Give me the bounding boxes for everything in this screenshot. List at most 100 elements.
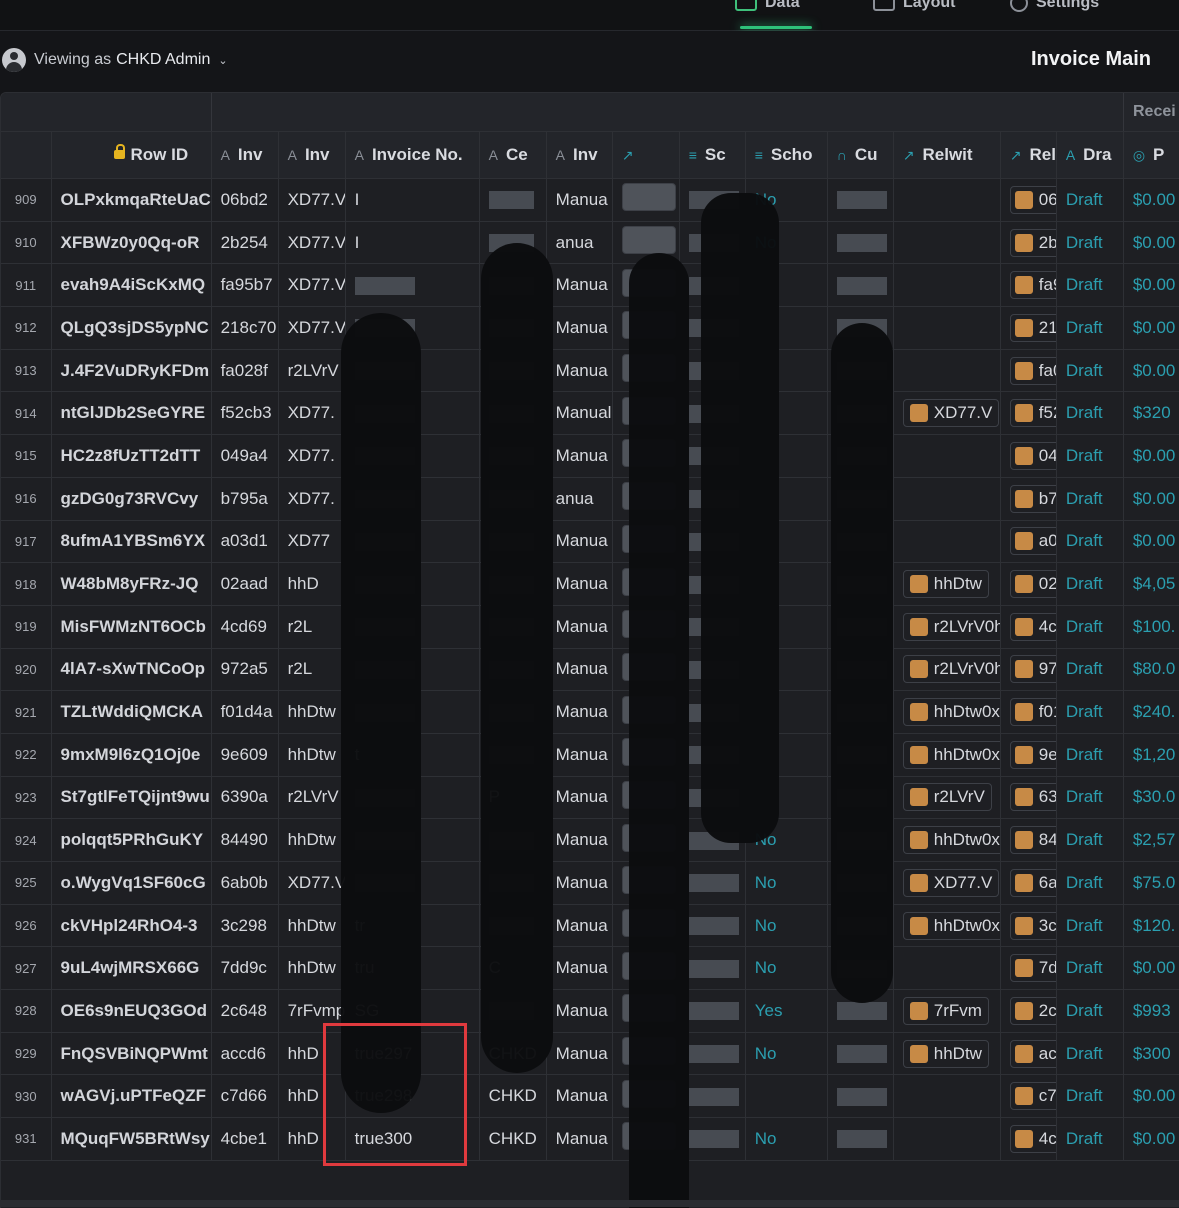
cell-draft-status[interactable]: Draft: [1056, 306, 1124, 350]
related-record-chip[interactable]: 2b: [1009, 228, 1056, 257]
related-record-chip[interactable]: 21: [1009, 313, 1056, 342]
related-record-chip[interactable]: 04: [1009, 441, 1056, 470]
table-row[interactable]: 913 J.4F2VuDRyKFDm fa028f r2LVrV Manua fa0 Dra…: [1, 349, 1179, 393]
cell-lookup[interactable]: [679, 1074, 746, 1119]
cell-row-id[interactable]: wAGVj.uPTFeQZF: [51, 1074, 212, 1119]
cell-relwith[interactable]: [893, 434, 1001, 478]
cell-relwith[interactable]: [893, 477, 1001, 521]
cell-schedule[interactable]: No: [745, 904, 828, 948]
cell-invoice-ref[interactable]: hhDtw: [278, 946, 346, 991]
cell-invoice-ref[interactable]: hhDtw: [278, 690, 346, 734]
cell-schedule[interactable]: No: [745, 1117, 828, 1161]
cell-draft-status[interactable]: Draft: [1056, 434, 1124, 478]
cell-draft-status[interactable]: Draft: [1056, 818, 1124, 862]
cell-draft-status[interactable]: Draft: [1056, 477, 1124, 521]
cell-draft-status[interactable]: Draft: [1056, 1117, 1124, 1161]
cell-draft-status[interactable]: Draft: [1056, 1032, 1124, 1076]
related-record-chip[interactable]: 3c29: [1009, 911, 1056, 940]
cell-relwith[interactable]: [893, 349, 1001, 393]
relation-chip[interactable]: XD77.V: [902, 868, 1000, 897]
col-header[interactable]: ≡ Sc: [679, 132, 746, 179]
related-record-chip[interactable]: a0: [1009, 527, 1056, 556]
related-record-chip[interactable]: 4cd6: [1009, 612, 1056, 641]
col-header[interactable]: ↗ Rel: [1000, 132, 1057, 179]
cell-invoice-type[interactable]: Manua: [546, 520, 613, 564]
row-number[interactable]: 931: [1, 1117, 52, 1161]
relation-chip[interactable]: 7rFvm: [902, 996, 989, 1025]
row-number[interactable]: 928: [1, 989, 52, 1033]
cell-row-id[interactable]: OE6s9nEUQ3GOd: [51, 989, 212, 1033]
cell-row-id[interactable]: MisFWMzNT6OCb: [51, 605, 212, 649]
row-number[interactable]: 919: [1, 605, 52, 649]
cell-payment[interactable]: $0.00: [1123, 1117, 1179, 1161]
cell-relwith[interactable]: XD77.V: [893, 861, 1001, 905]
cell-row-id[interactable]: W48bM8yFRz-JQ: [51, 562, 212, 606]
cell-schedule[interactable]: No: [745, 946, 828, 991]
cell-invoice-id[interactable]: 972a5: [211, 648, 279, 692]
cell-lookup[interactable]: [679, 989, 746, 1033]
viewing-as-selector[interactable]: Viewing as CHKD Admin ⌄: [2, 47, 228, 73]
cell-invoice-type[interactable]: Manua: [546, 349, 613, 393]
cell-payment[interactable]: $2,57: [1123, 818, 1179, 862]
related-record-chip[interactable]: 9e60: [1009, 740, 1056, 769]
cell-invoice-id[interactable]: fa028f: [211, 349, 279, 393]
cell-payment[interactable]: $0.00: [1123, 1074, 1179, 1119]
cell-invoice-id[interactable]: 049a4: [211, 434, 279, 478]
cell-related[interactable]: 3c29: [1000, 904, 1057, 948]
row-number[interactable]: 929: [1, 1032, 52, 1076]
col-header[interactable]: A Inv: [546, 132, 613, 179]
cell-invoice-id[interactable]: 218c70: [211, 306, 279, 350]
cell-lookup[interactable]: [679, 861, 746, 905]
table-row[interactable]: 917 8ufmA1YBSm6YX a03d1 XD77 Manua a0 Draft $0.…: [1, 520, 1179, 564]
related-record-chip[interactable]: fa0: [1009, 356, 1056, 385]
cell-invoice-type[interactable]: Manua: [546, 1074, 613, 1119]
table-row[interactable]: 930wAGVj.uPTFeQZFc7d66hhDtrue298CHKDManu…: [1, 1074, 1179, 1119]
cell-customer[interactable]: [827, 1117, 894, 1161]
table-row[interactable]: 925 o.WygVq1SF60cG 6ab0b XD77.V Manua No XD77.…: [1, 861, 1179, 905]
related-record-chip[interactable]: b7: [1009, 484, 1056, 513]
cell-draft-status[interactable]: Draft: [1056, 904, 1124, 948]
table-row[interactable]: 910XFBWz0y0Qq-oR2b254XD77.VIanuaNo2bDraf…: [1, 221, 1179, 265]
related-record-chip[interactable]: 02: [1009, 570, 1056, 599]
table-row[interactable]: 926ckVHpl24RhO4-33c298hhDtwtrManuaNohhDt…: [1, 904, 1179, 948]
cell-invoice-ref[interactable]: XD77.: [278, 391, 346, 436]
row-number[interactable]: 915: [1, 434, 52, 478]
cell-payment[interactable]: $30.0: [1123, 776, 1179, 820]
row-number[interactable]: 918: [1, 562, 52, 606]
cell-invoice-ref[interactable]: XD77.V: [278, 263, 346, 308]
cell-draft-status[interactable]: Draft: [1056, 349, 1124, 393]
cell-invoice-no[interactable]: I: [345, 178, 480, 222]
cell-invoice-no[interactable]: I: [345, 221, 480, 265]
cell-draft-status[interactable]: Draft: [1056, 648, 1124, 692]
cell-invoice-type[interactable]: Manua: [546, 434, 613, 478]
row-number[interactable]: 920: [1, 648, 52, 692]
cell-draft-status[interactable]: Draft: [1056, 562, 1124, 606]
col-header[interactable]: ◎ P: [1123, 132, 1179, 179]
cell-relwith[interactable]: [893, 263, 1001, 308]
cell-payment[interactable]: $0.00: [1123, 178, 1179, 222]
table-row[interactable]: 919 MisFWMzNT6OCb 4cd69 r2L Manua r2LVrV0h 4c d…: [1, 605, 1179, 649]
table-row[interactable]: 916 gzDG0g73RVCvy b795a XD77. anua b7 Draft $0.…: [1, 477, 1179, 521]
cell-payment[interactable]: $100.: [1123, 605, 1179, 649]
cell-row-id[interactable]: XFBWz0y0Qq-oR: [51, 221, 212, 265]
table-row[interactable]: 920 4lA7-sXwTNCoOp 972a5 r2L Manua r2LVrV0h 97…: [1, 648, 1179, 692]
table-row[interactable]: 918 W48bM8yFRz-JQ 02aad hhD Manua hhDtw 02 Draf…: [1, 562, 1179, 606]
cell-payment[interactable]: $80.0: [1123, 648, 1179, 692]
cell-payment[interactable]: $75.0: [1123, 861, 1179, 905]
cell-relwith[interactable]: XD77.V: [893, 391, 1001, 436]
cell-row-id[interactable]: 9uL4wjMRSX66G: [51, 946, 212, 991]
table-row[interactable]: 909OLPxkmqaRteUaC06bd2XD77.VIManuaNo06Dr…: [1, 178, 1179, 222]
cell-payment[interactable]: $240.: [1123, 690, 1179, 734]
cell-relwith[interactable]: [893, 1074, 1001, 1119]
related-record-chip[interactable]: ac: [1009, 1039, 1056, 1068]
relation-chip[interactable]: hhDtw: [902, 1039, 989, 1068]
cell-invoice-type[interactable]: Manua: [546, 178, 613, 222]
cell-payment[interactable]: $0.00: [1123, 263, 1179, 308]
col-header[interactable]: ↗ Relwit: [893, 132, 1001, 179]
cell-related[interactable]: a0: [1000, 520, 1057, 564]
cell-related[interactable]: f01d4: [1000, 690, 1057, 734]
cell-related[interactable]: b7: [1000, 477, 1057, 521]
row-number[interactable]: 911: [1, 263, 52, 308]
table-row[interactable]: 931 MQuqFW5BRtWsy 4cbe1 hhD true300 CHKD Manua…: [1, 1117, 1179, 1161]
cell-invoice-type[interactable]: anua: [546, 477, 613, 521]
